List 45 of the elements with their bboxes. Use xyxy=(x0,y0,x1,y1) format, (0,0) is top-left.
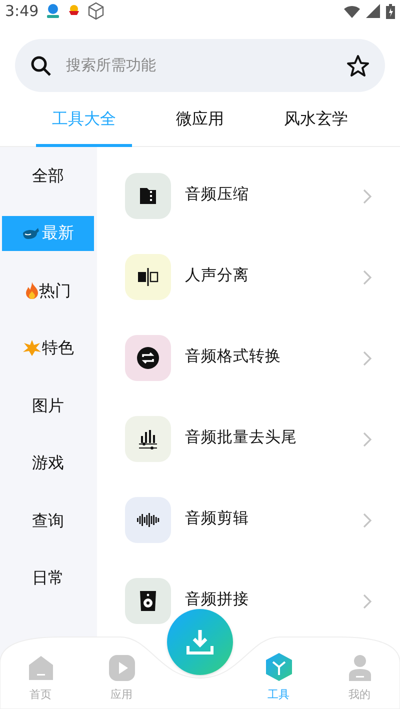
convert-icon xyxy=(136,346,160,370)
sidebar-item[interactable]: 日常 xyxy=(2,560,94,596)
sidebar-item[interactable]: 全部 xyxy=(2,158,94,194)
search-field[interactable]: 搜索所需功能 xyxy=(15,39,385,92)
cube-icon xyxy=(266,652,292,680)
chevron-right-icon xyxy=(363,189,372,204)
star-icon xyxy=(22,339,42,358)
signal-icon xyxy=(366,4,380,18)
cube-outline-icon xyxy=(86,2,105,20)
star-icon[interactable] xyxy=(346,54,370,78)
chevron-right-icon xyxy=(363,351,372,366)
home-icon xyxy=(28,654,54,680)
sidebar-item[interactable]: 图片 xyxy=(2,388,94,424)
tool-label[interactable]: 音频拼接 xyxy=(185,591,249,607)
search-icon xyxy=(30,54,52,76)
tab[interactable]: 风水玄学 xyxy=(268,104,364,147)
tool-label[interactable]: 音频格式转换 xyxy=(185,348,281,364)
download-icon xyxy=(186,628,214,656)
chevron-right-icon xyxy=(363,594,372,609)
chevron-right-icon xyxy=(363,432,372,447)
battery-icon xyxy=(386,4,395,18)
status-time: 3:49 xyxy=(5,0,39,22)
sidebar-item[interactable]: 特色 xyxy=(2,330,94,366)
chevron-right-icon xyxy=(363,270,372,285)
speaker-icon xyxy=(139,590,157,612)
chevron-right-icon xyxy=(363,513,372,528)
tool-label[interactable]: 音频批量去头尾 xyxy=(185,429,297,445)
sidebar-item[interactable]: 查询 xyxy=(2,503,94,538)
equalizer-icon xyxy=(137,428,159,450)
wifi-icon xyxy=(344,4,360,18)
tab[interactable]: 微应用 xyxy=(160,104,240,147)
zip-file-icon xyxy=(138,186,158,206)
app-logo-icon xyxy=(44,3,61,19)
tool-label[interactable]: 音频压缩 xyxy=(185,186,249,202)
tool-label[interactable]: 音频剪辑 xyxy=(185,510,249,526)
split-icon xyxy=(136,267,160,287)
waveform-icon xyxy=(136,513,160,527)
search-input[interactable]: 搜索所需功能 xyxy=(66,54,332,77)
tool-label[interactable]: 人声分离 xyxy=(185,267,249,283)
app-logo-icon xyxy=(66,4,81,18)
sidebar-item[interactable]: 热门 xyxy=(2,273,94,308)
sidebar-item[interactable]: 游戏 xyxy=(2,446,94,481)
whale-icon xyxy=(22,226,42,240)
fire-icon xyxy=(25,282,39,300)
person-icon xyxy=(348,654,372,680)
